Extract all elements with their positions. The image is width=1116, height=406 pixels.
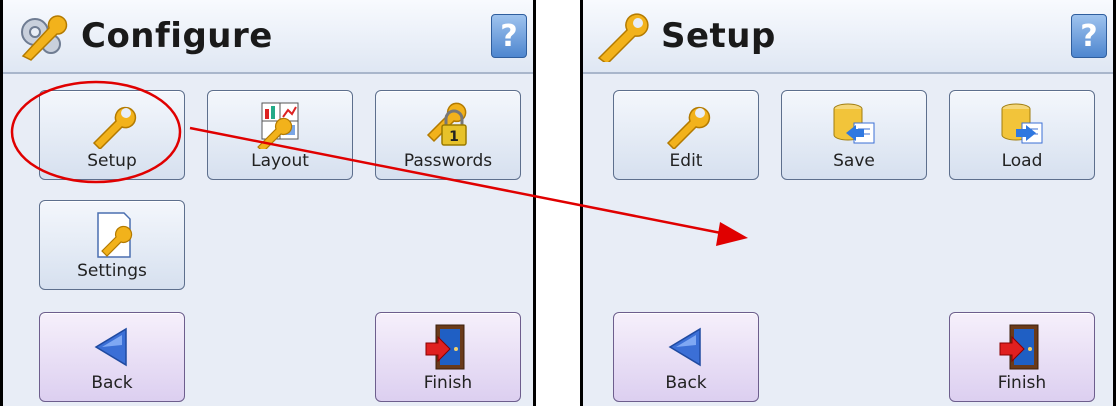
- header-bar: Setup ?: [583, 0, 1113, 74]
- finish-button[interactable]: Finish: [949, 312, 1095, 402]
- gears-wrench-icon: [21, 15, 68, 61]
- page-title: Setup: [661, 16, 776, 56]
- edit-button[interactable]: Edit: [613, 90, 759, 180]
- load-button[interactable]: Load: [949, 90, 1095, 180]
- help-icon[interactable]: ?: [491, 14, 527, 58]
- settings-label: Settings: [77, 261, 147, 281]
- svg-text:1: 1: [449, 129, 459, 145]
- back-label: Back: [91, 373, 133, 393]
- padlock-wrench-icon: 1: [426, 102, 467, 146]
- back-button[interactable]: Back: [613, 312, 759, 402]
- back-arrow-icon: [668, 327, 701, 367]
- layout-chart-icon: [257, 102, 299, 149]
- help-icon[interactable]: ?: [1071, 14, 1107, 58]
- setup-button[interactable]: Setup: [39, 90, 185, 180]
- database-load-icon: [1001, 103, 1043, 144]
- setup-panel: Setup ? Edit Save Load Back Finish: [580, 0, 1116, 406]
- wrench-icon: [92, 106, 137, 149]
- page-title: Configure: [81, 16, 273, 56]
- exit-door-icon: [999, 324, 1039, 370]
- back-arrow-icon: [94, 327, 127, 367]
- exit-door-icon: [425, 324, 465, 370]
- wrench-icon: [597, 13, 649, 62]
- finish-label: Finish: [997, 373, 1047, 393]
- back-button[interactable]: Back: [39, 312, 185, 402]
- settings-page-icon: [97, 212, 133, 258]
- database-save-icon: [833, 103, 875, 144]
- save-label: Save: [833, 151, 875, 171]
- finish-label: Finish: [423, 373, 473, 393]
- edit-label: Edit: [669, 151, 703, 171]
- save-button[interactable]: Save: [781, 90, 927, 180]
- back-label: Back: [665, 373, 707, 393]
- passwords-label: Passwords: [403, 151, 493, 171]
- header-bar: Configure ?: [3, 0, 533, 74]
- layout-button[interactable]: Layout: [207, 90, 353, 180]
- wrench-icon: [666, 106, 711, 149]
- passwords-button[interactable]: 1 Passwords: [375, 90, 521, 180]
- setup-label: Setup: [87, 151, 137, 171]
- settings-button[interactable]: Settings: [39, 200, 185, 290]
- finish-button[interactable]: Finish: [375, 312, 521, 402]
- load-label: Load: [1001, 151, 1043, 171]
- configure-panel: Configure ? Setup Layout 1 Passwords Set…: [0, 0, 536, 406]
- layout-label: Layout: [251, 151, 309, 171]
